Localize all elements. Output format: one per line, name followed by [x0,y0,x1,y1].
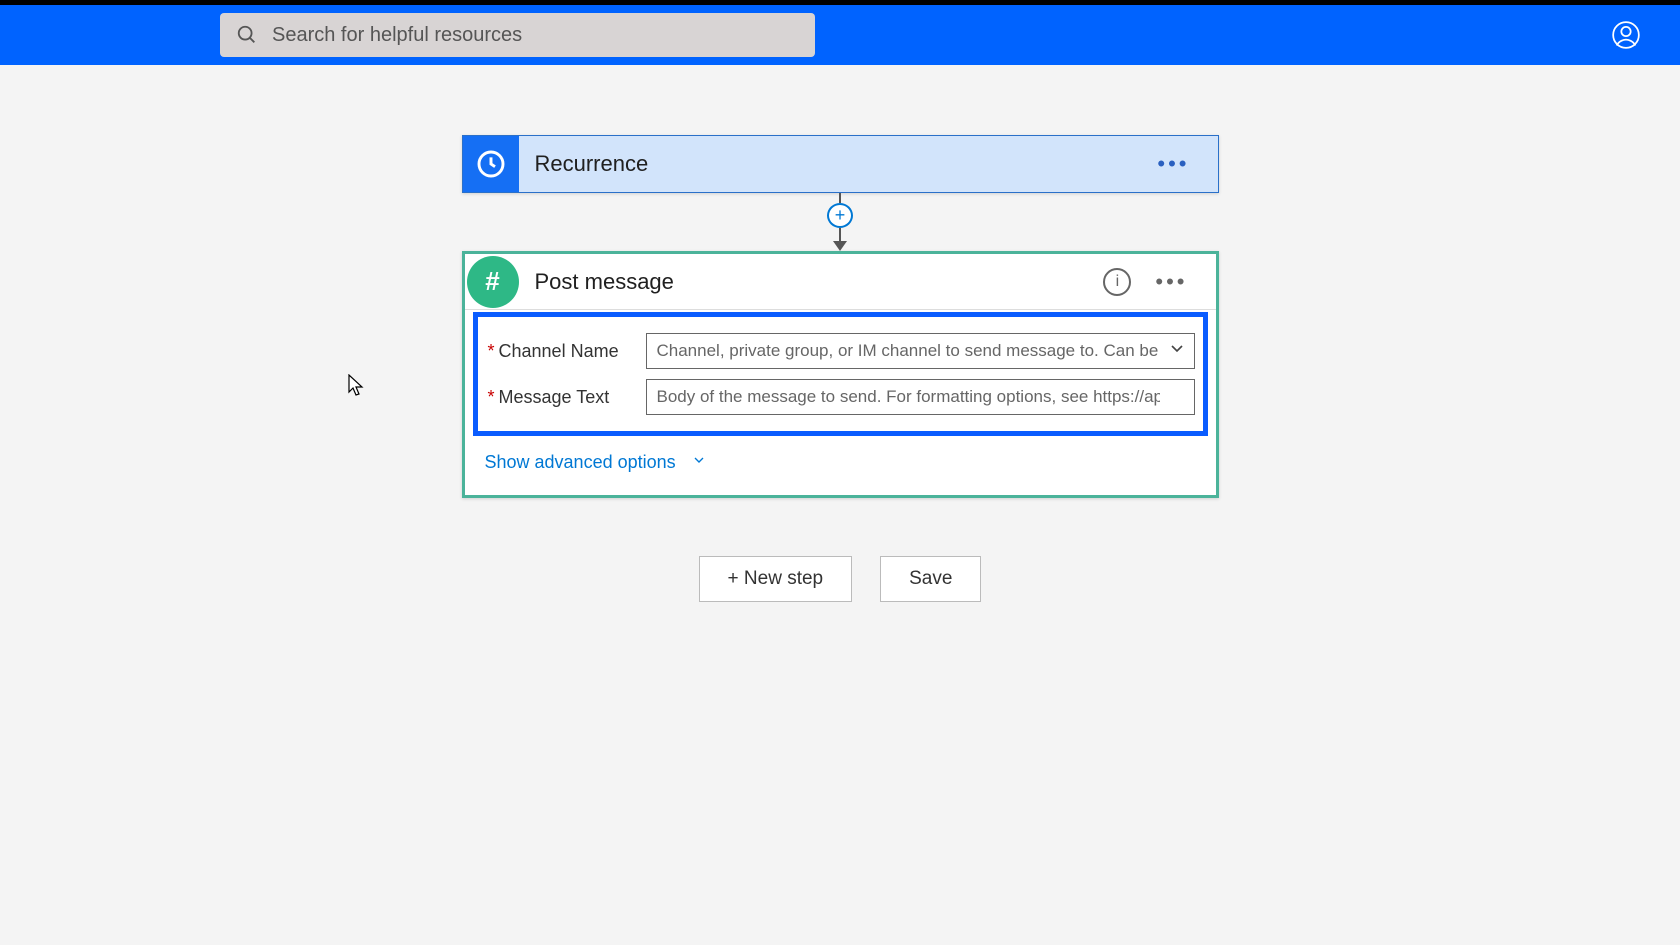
post-message-more-icon[interactable]: ••• [1155,269,1215,295]
message-text-row: *Message Text [486,379,1195,415]
connector-line [839,193,841,203]
message-text-label: *Message Text [486,387,646,408]
channel-name-input-wrap [646,333,1195,369]
recurrence-more-icon[interactable]: ••• [1157,151,1217,177]
search-icon [236,24,258,46]
recurrence-title: Recurrence [519,151,1158,177]
channel-name-label: *Channel Name [486,341,646,362]
new-step-button[interactable]: + New step [699,556,853,602]
search-input[interactable] [270,23,805,48]
channel-name-input[interactable] [646,333,1195,369]
slack-icon: # [467,256,519,308]
connector: + [827,193,853,251]
arrow-icon [833,241,847,251]
message-text-input[interactable] [646,379,1195,415]
save-button[interactable]: Save [880,556,981,602]
post-message-title: Post message [519,269,1104,295]
designer-canvas: Recurrence ••• + # Post message i ••• *C… [0,65,1680,602]
required-marker: * [488,341,495,361]
message-text-label-text: Message Text [499,387,610,407]
post-message-card: # Post message i ••• *Channel Name *Mes [462,251,1219,498]
avatar-icon[interactable] [1612,21,1640,49]
info-icon[interactable]: i [1103,268,1131,296]
channel-name-row: *Channel Name [486,333,1195,369]
highlighted-fields: *Channel Name *Message Text [473,312,1208,436]
post-message-header[interactable]: # Post message i ••• [465,254,1216,310]
add-step-icon[interactable]: + [827,203,853,228]
cursor-icon [348,374,366,398]
channel-name-label-text: Channel Name [499,341,619,361]
show-advanced-options[interactable]: Show advanced options [465,438,1216,495]
chevron-down-icon [691,452,707,473]
message-text-input-wrap [646,379,1195,415]
connector-line [839,228,841,241]
show-advanced-options-label: Show advanced options [485,452,676,472]
search-box[interactable] [220,13,815,57]
top-bar [0,5,1680,65]
required-marker: * [488,387,495,407]
clock-icon [463,136,519,192]
action-buttons: + New step Save [699,556,982,602]
recurrence-card[interactable]: Recurrence ••• [462,135,1219,193]
